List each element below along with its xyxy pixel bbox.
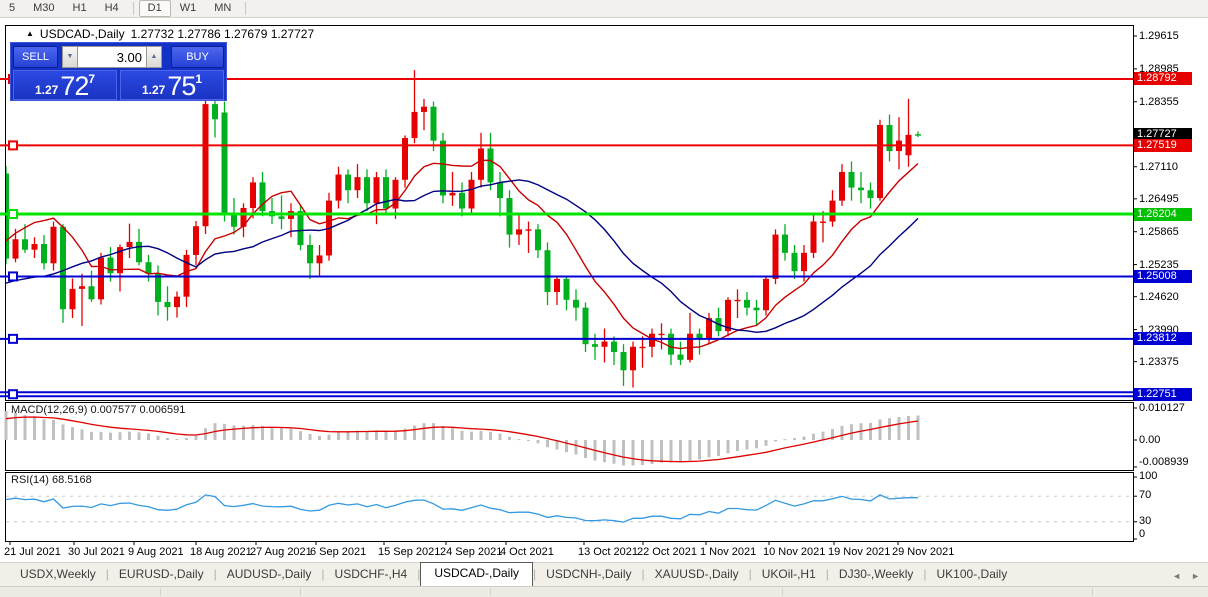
timeframe-button-D1[interactable]: D1 <box>138 0 171 17</box>
chart-title: ▲ USDCAD-,Daily 1.27732 1.27786 1.27679 … <box>26 27 314 41</box>
buy-price-sup: 1 <box>195 72 203 86</box>
price-axis-label: 1.25865 <box>1139 225 1179 238</box>
date-axis-label: 24 Sep 2021 <box>440 546 503 558</box>
tab-usdcnh-daily[interactable]: USDCNH-,Daily <box>536 564 641 586</box>
statusbar-divider <box>490 588 491 596</box>
tab-usdx-weekly[interactable]: USDX,Weekly <box>10 564 106 586</box>
macd-value: 0.007577 <box>90 404 137 416</box>
macd-label: MACD(12,26,9) 0.007577 0.006591 <box>11 404 186 416</box>
sell-button[interactable]: SELL <box>13 46 58 68</box>
macd-signal-value: 0.006591 <box>139 404 186 416</box>
level-handle[interactable] <box>8 389 18 400</box>
tab-uk100-daily[interactable]: UK100-,Daily <box>927 564 1018 586</box>
price-axis-label: 1.28355 <box>1139 95 1179 108</box>
date-axis-label: 27 Aug 2021 <box>250 546 312 558</box>
price-badge: 1.23812 <box>1134 332 1192 346</box>
tab-ukoil-h1[interactable]: UKOil-,H1 <box>752 564 826 586</box>
price-badge: 1.26204 <box>1134 207 1192 221</box>
date-axis-label: 21 Jul 2021 <box>4 546 61 558</box>
price-axis-label: 1.23375 <box>1139 355 1179 368</box>
one-click-trade-panel: SELL ▼ 3.00 ▲ BUY 1.27 72 7 1.27 75 1 <box>10 42 227 101</box>
status-bar <box>0 586 1208 597</box>
tab-audusd-daily[interactable]: AUDUSD-,Daily <box>217 564 322 586</box>
statusbar-divider <box>782 588 783 596</box>
tab-usdchf-h4[interactable]: USDCHF-,H4 <box>325 564 418 586</box>
tab-usdcad-daily[interactable]: USDCAD-,Daily <box>420 562 534 586</box>
price-badge: 1.22751 <box>1134 387 1192 401</box>
price-axis-label: 1.26495 <box>1139 192 1179 205</box>
symbol-tabbar: USDX,Weekly | EURUSD-,Daily | AUDUSD-,Daily |… <box>0 562 1208 586</box>
collapse-chart-icon[interactable]: ▲ <box>26 29 34 39</box>
chart-title-symbol: USDCAD-,Daily <box>39 27 125 41</box>
buy-price-big: 75 <box>167 71 196 101</box>
toolbar-separator <box>245 2 247 15</box>
timeframe-button-M30[interactable]: M30 <box>24 0 63 17</box>
date-axis-label: 13 Oct 2021 <box>578 546 638 558</box>
date-axis-label: 19 Nov 2021 <box>828 546 891 558</box>
rsi-axis-label: 70 <box>1139 489 1152 502</box>
buy-price-prefix: 1.27 <box>141 83 166 97</box>
sell-price-big: 72 <box>60 71 89 101</box>
tab-dj30-weekly[interactable]: DJ30-,Weekly <box>829 564 923 586</box>
price-badge: 1.27519 <box>1134 138 1192 152</box>
macd-axis-label: 0.00 <box>1139 434 1161 446</box>
level-handle[interactable] <box>8 271 18 282</box>
rsi-axis-label: 30 <box>1139 514 1152 527</box>
rsi-value: 68.5168 <box>51 474 92 486</box>
statusbar-divider <box>300 588 301 596</box>
level-handle[interactable] <box>8 333 18 344</box>
date-axis-label: 9 Aug 2021 <box>128 546 184 558</box>
level-handle[interactable] <box>8 209 18 220</box>
date-axis-label: 18 Aug 2021 <box>190 546 252 558</box>
statusbar-divider <box>160 588 161 596</box>
timeframe-toolbar: 5 M30 H1 H4 D1 W1 MN <box>0 0 1208 18</box>
date-axis-label: 30 Jul 2021 <box>68 546 125 558</box>
statusbar-divider <box>1092 588 1093 596</box>
sell-price-prefix: 1.27 <box>34 83 59 97</box>
date-axis-label: 22 Oct 2021 <box>637 546 697 558</box>
timeframe-button-H1[interactable]: H1 <box>64 0 96 17</box>
macd-axis-label: -0.008939 <box>1139 456 1189 468</box>
volume-input[interactable]: 3.00 <box>78 46 146 68</box>
buy-price-display[interactable]: 1.27 75 1 <box>120 70 224 100</box>
timeframe-button-H4[interactable]: H4 <box>96 0 128 17</box>
date-axis-label: 6 Sep 2021 <box>310 546 367 558</box>
price-axis-label: 1.29615 <box>1139 30 1179 42</box>
rsi-axis-label: 0 <box>1139 528 1146 540</box>
date-axis-label: 10 Nov 2021 <box>763 546 826 558</box>
toolbar-separator <box>132 2 134 15</box>
macd-axis-label: 0.010127 <box>1139 401 1185 414</box>
tab-xauusd-daily[interactable]: XAUUSD-,Daily <box>645 564 749 586</box>
date-axis-label: 29 Nov 2021 <box>892 546 955 558</box>
rsi-panel[interactable] <box>5 472 1134 542</box>
timeframe-button-W1[interactable]: W1 <box>171 0 206 17</box>
rsi-label: RSI(14) 68.5168 <box>11 474 92 486</box>
timeframe-button-MN[interactable]: MN <box>205 0 240 17</box>
volume-decrease-button[interactable]: ▼ <box>62 46 78 68</box>
price-axis-label: 1.25235 <box>1139 258 1179 271</box>
buy-button[interactable]: BUY <box>171 46 224 68</box>
price-badge: 1.28792 <box>1134 72 1192 86</box>
volume-increase-button[interactable]: ▲ <box>146 46 162 68</box>
date-axis-label: 1 Nov 2021 <box>700 546 757 558</box>
timeframe-button-5[interactable]: 5 <box>0 0 24 17</box>
sell-price-display[interactable]: 1.27 72 7 <box>13 70 117 100</box>
tab-scroll-arrows: ◄ ► <box>1172 571 1208 586</box>
chart-title-ohlc: 1.27732 1.27786 1.27679 1.27727 <box>130 27 315 41</box>
tab-scroll-left-icon[interactable]: ◄ <box>1172 571 1181 581</box>
rsi-axis-label: 100 <box>1139 470 1158 482</box>
price-axis-label: 1.24620 <box>1139 290 1179 303</box>
sell-price-sup: 7 <box>88 72 96 86</box>
date-axis-label: 4 Oct 2021 <box>500 546 554 558</box>
date-axis-label: 15 Sep 2021 <box>378 546 441 558</box>
tab-scroll-right-icon[interactable]: ► <box>1191 571 1200 581</box>
level-handle[interactable] <box>8 140 18 151</box>
price-axis-label: 1.27110 <box>1139 160 1178 173</box>
tab-eurusd-daily[interactable]: EURUSD-,Daily <box>109 564 214 586</box>
price-badge: 1.25008 <box>1134 269 1192 283</box>
